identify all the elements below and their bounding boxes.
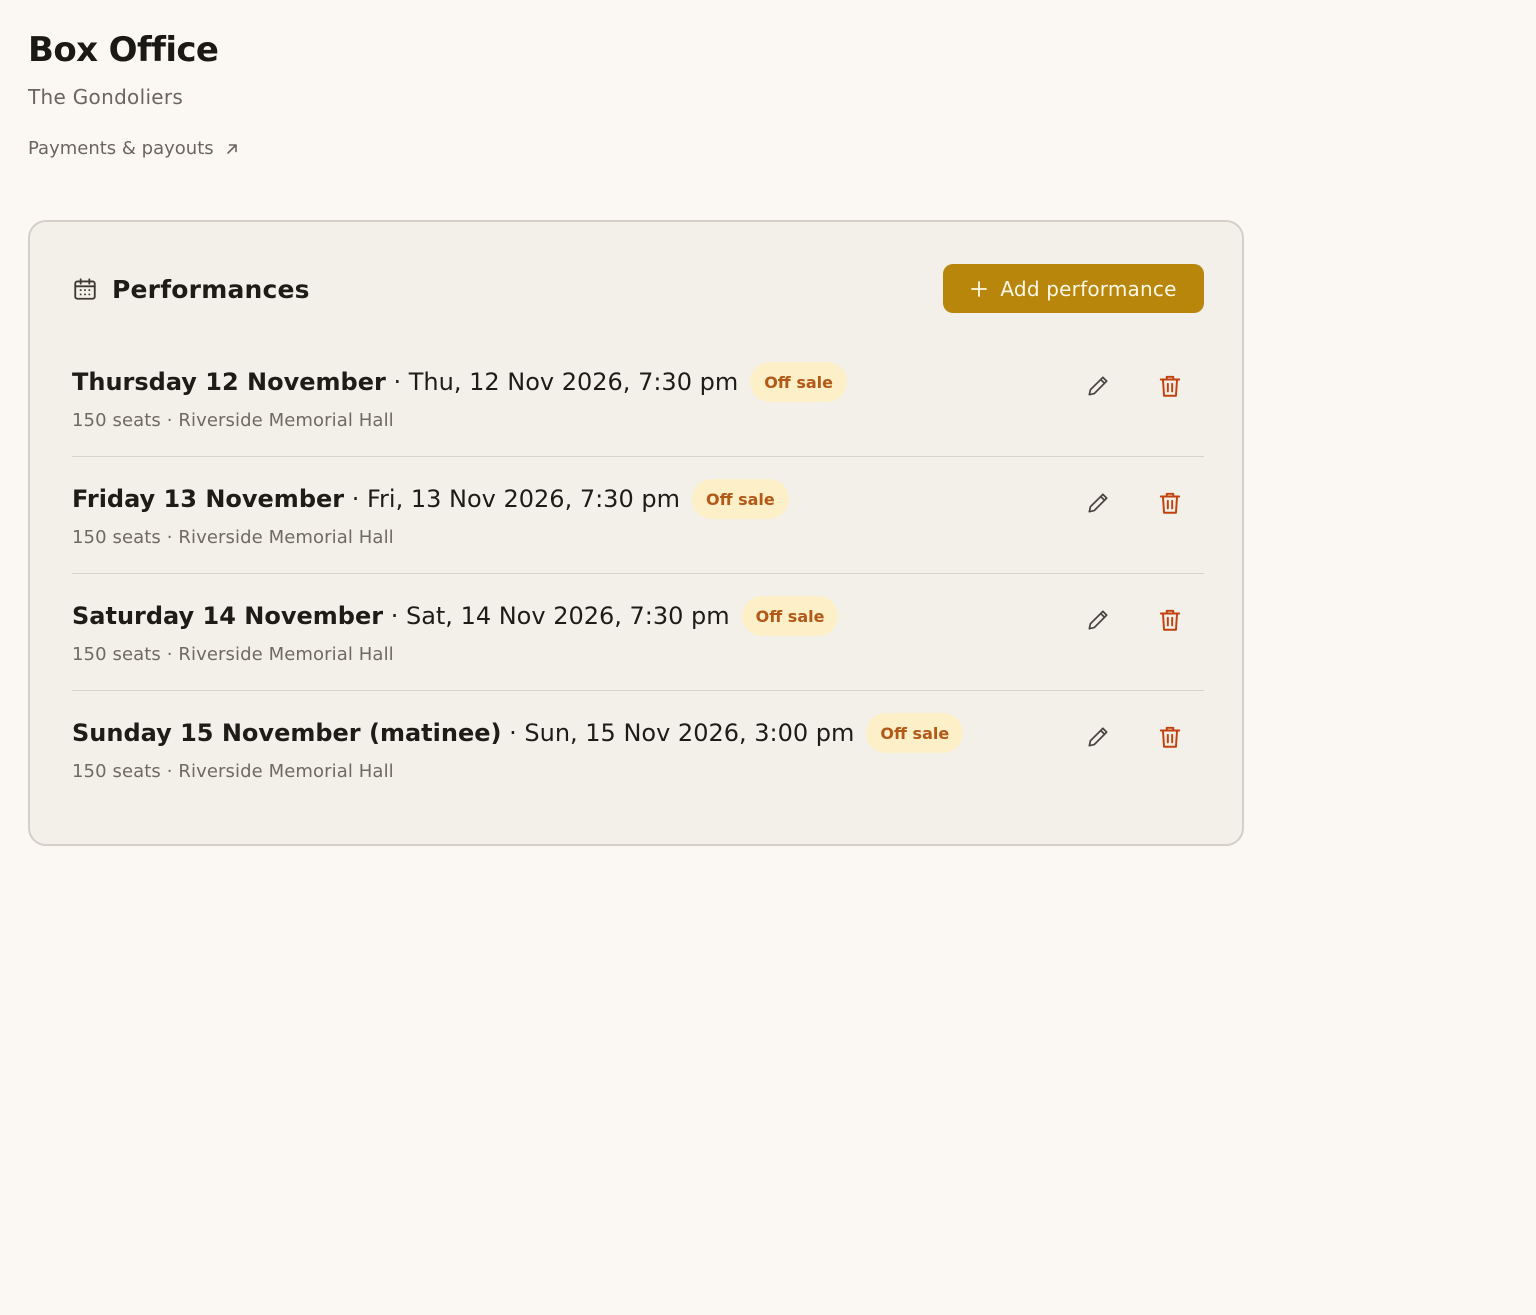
performance-title: Thursday 12 November · Thu, 12 Nov 2026,… xyxy=(72,368,738,396)
delete-performance-button[interactable] xyxy=(1156,489,1184,517)
performance-meta: 150 seats · Riverside Memorial Hall xyxy=(72,527,394,548)
payments-payouts-link[interactable]: Payments & payouts xyxy=(28,138,240,159)
trash-icon xyxy=(1159,609,1181,631)
trash-icon xyxy=(1159,726,1181,748)
performance-row: Thursday 12 November · Thu, 12 Nov 2026,… xyxy=(72,340,1204,457)
plus-icon xyxy=(971,280,988,297)
calendar-icon xyxy=(74,278,96,300)
performance-title-line: Friday 13 November · Fri, 13 Nov 2026, 7… xyxy=(72,479,789,519)
delete-performance-button[interactable] xyxy=(1156,723,1184,751)
status-badge: Off sale xyxy=(750,362,847,402)
performance-separator: · xyxy=(383,602,406,630)
trash-icon xyxy=(1159,375,1181,397)
page-title: Box Office xyxy=(28,30,219,70)
performance-separator: · xyxy=(344,485,367,513)
add-performance-button[interactable]: Add performance xyxy=(943,264,1204,313)
performance-name: Friday 13 November xyxy=(72,485,345,513)
performance-meta: 150 seats · Riverside Memorial Hall xyxy=(72,761,394,782)
edit-performance-button[interactable] xyxy=(1084,606,1112,634)
performance-row: Sunday 15 November (matinee) · Sun, 15 N… xyxy=(72,691,1204,807)
performance-name: Thursday 12 November xyxy=(72,368,386,396)
status-badge: Off sale xyxy=(866,713,964,753)
edit-performance-button[interactable] xyxy=(1084,489,1112,517)
performance-name: Saturday 14 November xyxy=(72,602,384,630)
production-subtitle: The Gondoliers xyxy=(28,85,184,109)
performance-separator: · xyxy=(501,719,525,747)
performance-meta: 150 seats · Riverside Memorial Hall xyxy=(72,410,394,431)
performance-row: Saturday 14 November · Sat, 14 Nov 2026,… xyxy=(72,574,1204,691)
performances-card: Performances Add performance Thursday 12… xyxy=(28,220,1244,846)
performance-actions xyxy=(1084,489,1184,517)
performances-card-header: Performances Add performance xyxy=(72,264,1204,314)
trash-icon xyxy=(1159,492,1181,514)
performance-actions xyxy=(1084,723,1184,751)
status-badge: Off sale xyxy=(691,479,789,519)
performance-list: Thursday 12 November · Thu, 12 Nov 2026,… xyxy=(72,340,1204,807)
edit-performance-button[interactable] xyxy=(1084,372,1112,400)
edit-performance-button[interactable] xyxy=(1084,723,1112,751)
performance-actions xyxy=(1084,372,1184,400)
pencil-icon xyxy=(1088,376,1108,396)
payments-payouts-label: Payments & payouts xyxy=(28,138,214,159)
performance-title: Sunday 15 November (matinee) · Sun, 15 N… xyxy=(72,719,854,747)
status-badge: Off sale xyxy=(741,596,839,636)
performance-title-line: Saturday 14 November · Sat, 14 Nov 2026,… xyxy=(72,596,839,636)
performances-heading: Performances xyxy=(72,264,310,314)
performance-name: Sunday 15 November (matinee) xyxy=(72,719,502,747)
pencil-icon xyxy=(1088,610,1108,630)
performance-title: Saturday 14 November · Sat, 14 Nov 2026,… xyxy=(72,602,730,630)
add-performance-label: Add performance xyxy=(1000,276,1177,301)
performance-title-line: Sunday 15 November (matinee) · Sun, 15 N… xyxy=(72,713,964,753)
performance-row: Friday 13 November · Fri, 13 Nov 2026, 7… xyxy=(72,457,1204,574)
performance-separator: · xyxy=(385,368,409,396)
delete-performance-button[interactable] xyxy=(1156,606,1184,634)
performance-title-line: Thursday 12 November · Thu, 12 Nov 2026,… xyxy=(72,362,847,402)
performance-datetime: Fri, 13 Nov 2026, 7:30 pm xyxy=(367,485,680,513)
pencil-icon xyxy=(1088,727,1108,747)
arrow-up-right-icon xyxy=(226,143,237,154)
performance-meta: 150 seats · Riverside Memorial Hall xyxy=(72,644,394,665)
delete-performance-button[interactable] xyxy=(1156,372,1184,400)
performances-title: Performances xyxy=(112,274,310,304)
pencil-icon xyxy=(1088,493,1108,513)
performance-datetime: Sun, 15 Nov 2026, 3:00 pm xyxy=(524,719,855,747)
performance-datetime: Sat, 14 Nov 2026, 7:30 pm xyxy=(405,602,730,630)
performance-title: Friday 13 November · Fri, 13 Nov 2026, 7… xyxy=(72,485,680,513)
performance-datetime: Thu, 12 Nov 2026, 7:30 pm xyxy=(408,368,739,396)
performance-actions xyxy=(1084,606,1184,634)
